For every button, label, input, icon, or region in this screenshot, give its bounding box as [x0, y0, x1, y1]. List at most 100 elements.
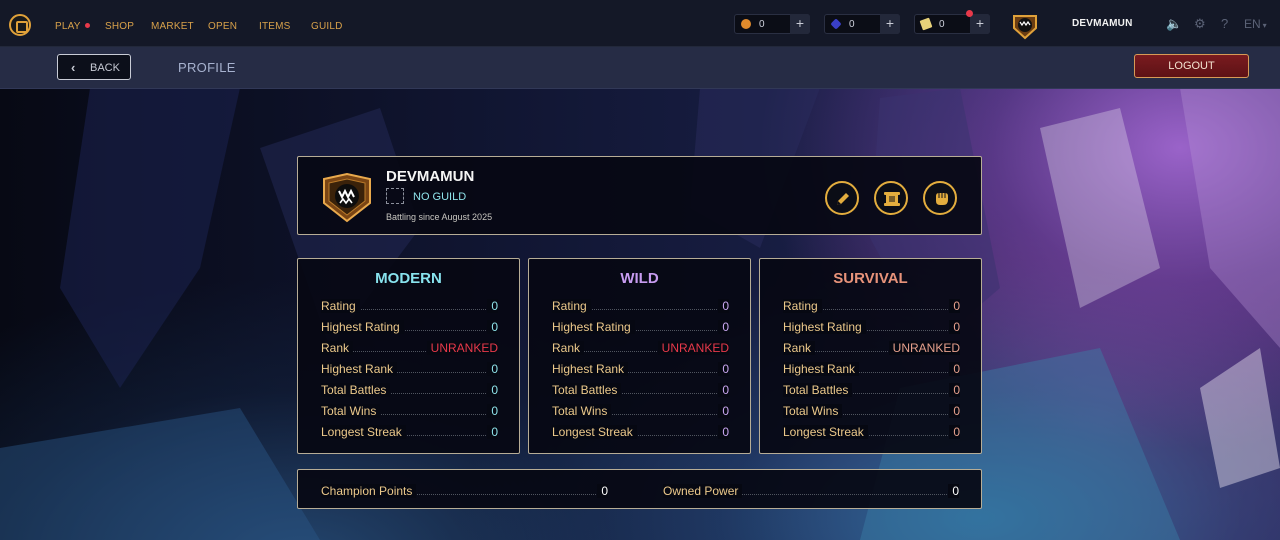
stat-row-highest-rating: Highest Rating 0: [552, 320, 729, 334]
format-title: SURVIVAL: [833, 270, 908, 287]
edit-icon: [837, 193, 849, 205]
player-badge-icon: [323, 173, 371, 223]
nav-item-label: SHOP: [105, 21, 135, 32]
stat-row-rank: Rank UNRANKED: [783, 341, 960, 355]
stat-row-longest-streak: Longest Streak 0: [783, 425, 960, 439]
stat-label: Highest Rating: [552, 320, 635, 334]
language-selector[interactable]: EN ▾: [1244, 17, 1267, 31]
stat-value: 0: [718, 299, 729, 313]
ticket-icon: [919, 17, 933, 31]
stat-value: 0: [949, 299, 960, 313]
stat-row-total-battles: Total Battles 0: [552, 383, 729, 397]
stat-value: 0: [487, 404, 498, 418]
add-coins-button[interactable]: +: [790, 14, 810, 34]
stat-row-rating: Rating 0: [783, 299, 960, 313]
stat-label: Rank: [321, 341, 354, 355]
gear-icon[interactable]: ⚙: [1194, 16, 1206, 32]
stat-label: Rating: [552, 299, 591, 313]
edit-profile-button[interactable]: [825, 181, 859, 215]
stat-row-total-battles: Total Battles 0: [321, 383, 498, 397]
nav-item-label: ITEMS: [259, 21, 291, 32]
app-logo[interactable]: [9, 14, 31, 36]
stat-row-highest-rating: Highest Rating 0: [783, 320, 960, 334]
stat-value: 0: [949, 320, 960, 334]
chevron-down-icon: ▾: [1262, 21, 1267, 30]
stat-row-highest-rank: Highest Rank 0: [552, 362, 729, 376]
stat-value: 0: [718, 362, 729, 376]
stat-value: 0: [949, 362, 960, 376]
stat-label: Total Battles: [552, 383, 622, 397]
username[interactable]: DEVMAMUN: [1072, 18, 1133, 29]
nav-item-items[interactable]: ITEMS: [259, 21, 291, 32]
stat-row-longest-streak: Longest Streak 0: [321, 425, 498, 439]
challenge-button[interactable]: [923, 181, 957, 215]
avatar[interactable]: [1011, 12, 1039, 40]
stat-value: 0: [487, 383, 498, 397]
format-title: MODERN: [375, 270, 442, 287]
format-title: WILD: [620, 270, 659, 287]
nav-item-label: GUILD: [311, 21, 343, 32]
stat-label: Rating: [321, 299, 360, 313]
stat-label: Highest Rank: [321, 362, 398, 376]
stat-value: 0: [949, 383, 960, 397]
stat-value: 0: [718, 404, 729, 418]
nav-item-label: OPEN: [208, 21, 238, 32]
champion-points-value: 0: [597, 484, 608, 498]
profile-card: DEVMAMUN NO GUILD Battling since August …: [297, 156, 982, 235]
stat-value: 0: [487, 425, 498, 439]
back-button[interactable]: ‹ BACK: [57, 54, 131, 80]
stat-row-total-wins: Total Wins 0: [552, 404, 729, 418]
stat-row-highest-rank: Highest Rank 0: [783, 362, 960, 376]
logout-button[interactable]: LOGOUT: [1134, 54, 1249, 78]
totals-panel: Champion Points 0 Owned Power 0: [297, 469, 982, 509]
currency-gems: 0 +: [824, 14, 900, 34]
language-code: EN: [1244, 17, 1261, 31]
stat-label: Rank: [552, 341, 585, 355]
stat-value: 0: [718, 320, 729, 334]
stat-value: 0: [949, 404, 960, 418]
add-tickets-button[interactable]: +: [970, 14, 990, 34]
notification-dot: [84, 23, 90, 28]
stat-label: Total Wins: [783, 404, 843, 418]
add-gems-button[interactable]: +: [880, 14, 900, 34]
stat-row-total-wins: Total Wins 0: [783, 404, 960, 418]
owned-power-row: Owned Power 0: [663, 484, 959, 498]
nav-item-market[interactable]: MARKET: [151, 21, 194, 32]
currency-value: 0: [849, 19, 855, 30]
stat-value: 0: [487, 320, 498, 334]
stat-row-rank: Rank UNRANKED: [321, 341, 498, 355]
stat-label: Highest Rank: [783, 362, 860, 376]
stat-row-rating: Rating 0: [552, 299, 729, 313]
page-title: PROFILE: [178, 60, 236, 75]
speaker-icon[interactable]: 🔈: [1166, 16, 1182, 32]
stat-row-highest-rating: Highest Rating 0: [321, 320, 498, 334]
guild-name[interactable]: NO GUILD: [413, 191, 466, 203]
stat-label: Total Battles: [321, 383, 391, 397]
history-button[interactable]: [874, 181, 908, 215]
stat-row-highest-rank: Highest Rank 0: [321, 362, 498, 376]
nav-item-open[interactable]: OPEN: [208, 21, 237, 32]
stat-label: Total Battles: [783, 383, 853, 397]
currency-value: 0: [759, 19, 765, 30]
fist-icon: [936, 193, 948, 205]
stat-value: UNRANKED: [888, 341, 960, 355]
back-button-label: BACK: [90, 62, 120, 74]
stats-panel-wild: WILD Rating 0 Highest Rating 0 Rank UNRANKE…: [528, 258, 751, 454]
stat-label: Highest Rank: [552, 362, 629, 376]
stat-row-rank: Rank UNRANKED: [552, 341, 729, 355]
stat-value: 0: [949, 425, 960, 439]
nav-item-guild[interactable]: GUILD: [311, 21, 343, 32]
nav-item-shop[interactable]: SHOP: [105, 21, 134, 32]
stat-label: Longest Streak: [783, 425, 868, 439]
coin-icon: [741, 19, 751, 29]
nav-item-label: MARKET: [151, 21, 194, 32]
nav-item-play[interactable]: PLAY: [55, 21, 90, 32]
stat-value: UNRANKED: [657, 341, 729, 355]
top-nav-bar: PLAY SHOP MARKET OPEN ITEMS GUILD 0 + 0 …: [0, 0, 1280, 47]
stat-value: 0: [718, 383, 729, 397]
stat-value: 0: [487, 299, 498, 313]
notification-dot: [966, 10, 973, 17]
stat-label: Highest Rating: [321, 320, 404, 334]
help-icon[interactable]: ?: [1221, 16, 1228, 31]
stat-label: Total Wins: [552, 404, 612, 418]
